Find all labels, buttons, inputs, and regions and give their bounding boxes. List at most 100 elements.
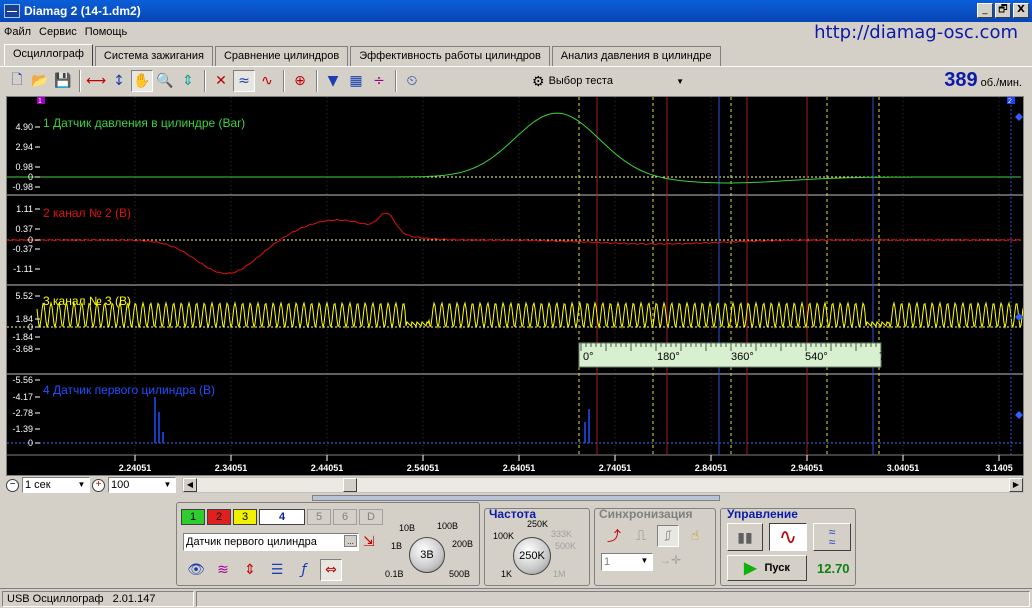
tab-oscilloscope[interactable]: Осциллограф [4, 44, 93, 66]
falling-edge-icon[interactable]: ⎍ [630, 525, 652, 547]
waveform-icon[interactable]: ≈ [233, 69, 255, 92]
chevron-down-icon: ▼ [77, 480, 86, 489]
time-tick-label: 2.54051 [407, 463, 440, 473]
channel-4-button[interactable]: 4 [259, 509, 305, 525]
sensor-browse-button[interactable]: ... [344, 535, 357, 547]
start-button[interactable]: ▶ Пуск [727, 555, 807, 581]
toolbar: 🗋 📂 💾 ⟷ ↕ ✋ 🔍 ⇕ ✕ ≈ ∿ ⊕ ▼ ▦ ÷ ⏲ ⚙ Выбор … [0, 66, 1032, 94]
channel-1-button[interactable]: 1 [181, 509, 205, 525]
scroll-right-icon[interactable]: ▶ [1009, 478, 1023, 492]
voltage-label-01: 0.1В [385, 569, 404, 579]
function-icon[interactable]: ƒ [293, 559, 315, 581]
horizontal-scrollbar[interactable]: ◀ ▶ [182, 477, 1024, 493]
single-mode-button[interactable]: ∿ [769, 523, 807, 551]
sensor-settings-icon[interactable]: ⇲ [363, 533, 375, 550]
menu-help[interactable]: Помощь [85, 26, 128, 38]
title-bar: Diamag 2 (14-1.dm2) _ 🗗 X [0, 0, 1032, 22]
tick-label: 4.90 [15, 122, 33, 132]
channel-2-button[interactable]: 2 [207, 509, 231, 525]
tab-cylinder-compare[interactable]: Сравнение цилиндров [214, 46, 349, 66]
voltage-label-200: 200В [452, 539, 474, 549]
channel-6-button[interactable]: 6 [333, 509, 357, 525]
tick-label: -0.37 [12, 244, 33, 254]
chevron-down-icon: ▼ [676, 76, 684, 86]
app-icon [4, 4, 20, 18]
grid-icon[interactable]: ▦ [345, 70, 367, 92]
frequency-knob[interactable]: 250K [513, 537, 551, 575]
status-version: 2.01.147 [112, 592, 156, 605]
menu-file[interactable]: Файл [4, 26, 31, 38]
ruler-label: 180° [657, 351, 680, 363]
tick-label: -1.39 [12, 424, 33, 434]
ruler-label: 0° [583, 351, 594, 363]
mark-icon[interactable]: ✕ [210, 70, 232, 92]
zoom-select[interactable]: 100 ▼ [108, 477, 176, 493]
oscilloscope-svg[interactable]: 0° 180° 360° 540° 720° 1 Датчик давления в ц… [6, 97, 1024, 475]
filter-icon[interactable]: ▼ [322, 70, 344, 92]
vertical-cursor-icon[interactable]: ↕ [108, 70, 130, 92]
invert-icon[interactable]: ≋ [212, 559, 234, 581]
lines-icon[interactable]: ☰ [266, 559, 288, 581]
pause-icon: ▮▮ [737, 528, 753, 545]
eye-icon[interactable]: 👁 [185, 559, 207, 581]
save-icon[interactable]: 💾 [52, 70, 74, 92]
channel-label-4: 4 Датчик первого цилиндра (В) [43, 383, 215, 397]
test-select[interactable]: ⚙ Выбор теста ▼ [532, 70, 690, 92]
zoom-in-icon[interactable]: + [92, 478, 105, 492]
offset-icon[interactable]: ⇔ [320, 559, 342, 581]
voltage-knob[interactable]: 3В [409, 537, 445, 573]
restore-button[interactable]: 🗗 [995, 3, 1011, 18]
sensor-select[interactable]: Датчик первого цилиндра ... [183, 533, 359, 551]
gear-icon: ⚙ [532, 72, 545, 89]
vertical-scale-icon[interactable]: ⇕ [239, 559, 261, 581]
ruler-label: 540° [805, 351, 828, 363]
zoom-icon[interactable]: 🔍 [154, 70, 176, 92]
marker-1-label: 1 [38, 98, 42, 105]
channel-tools: 👁 ≋ ⇕ ☰ ƒ ⇔ [185, 559, 343, 581]
new-file-icon[interactable]: 🗋 [6, 70, 28, 92]
tab-cylinder-efficiency[interactable]: Эффективность работы цилиндров [350, 46, 550, 66]
time-tick-label: 3.1405 [985, 463, 1013, 473]
rising-edge-icon[interactable]: ⤴ [603, 525, 625, 547]
channel-label-1: 1 Датчик давления в цилиндре (Bar) [43, 116, 245, 130]
sync-channel-value: 1 [604, 556, 611, 568]
tab-pressure-analysis[interactable]: Анализ давления в цилиндре [551, 46, 721, 66]
horizontal-cursor-icon[interactable]: ⟷ [85, 70, 107, 92]
divider-icon[interactable]: ÷ [368, 70, 390, 92]
zoom-out-icon[interactable]: − [6, 478, 19, 492]
tab-ignition[interactable]: Система зажигания [94, 46, 213, 66]
tick-label: 0.98 [15, 162, 33, 172]
channel-d-button[interactable]: D [359, 509, 383, 525]
pause-button[interactable]: ▮▮ [727, 523, 763, 551]
close-button[interactable]: X [1013, 3, 1029, 18]
timebase-select[interactable]: 1 сек ▼ [22, 477, 90, 493]
tick-label: 2.94 [15, 142, 33, 152]
angle-ruler[interactable]: 0° 180° 360° 540° 720° [578, 342, 902, 368]
multi-mode-button[interactable]: ≈ ≈ [813, 523, 851, 551]
menu-service[interactable]: Сервис [39, 26, 77, 38]
sine-wave-icon: ∿ [778, 524, 798, 549]
timebase-value: 1 сек [25, 479, 51, 491]
auto-sync-icon[interactable]: ⏲ [401, 70, 423, 92]
channel-3-button[interactable]: 3 [233, 509, 257, 525]
time-tick-label: 2.74051 [599, 463, 632, 473]
sync-off-icon[interactable]: ⎎ [657, 525, 679, 547]
channel-5-button[interactable]: 5 [307, 509, 331, 525]
sync-hand-icon[interactable]: ☝ [684, 525, 706, 547]
timebase-row: − 1 сек ▼ + 100 ▼ ◀ ▶ [6, 476, 1024, 494]
scroll-thumb[interactable] [343, 478, 357, 492]
waveform-compare-icon[interactable]: ∿ [256, 70, 278, 92]
hand-pan-icon[interactable]: ✋ [131, 69, 153, 92]
scroll-left-icon[interactable]: ◀ [183, 478, 197, 492]
fit-icon[interactable]: ⇕ [177, 70, 199, 92]
tick-label: -0.98 [12, 182, 33, 192]
oscilloscope-view[interactable]: 0° 180° 360° 540° 720° 1 Датчик давления в ц… [6, 96, 1024, 476]
sync-arrows-icon[interactable]: →✛ [659, 553, 681, 567]
minimize-button[interactable]: _ [977, 3, 993, 18]
chevron-down-icon: ▼ [163, 480, 172, 489]
sync-channel-select[interactable]: 1 ▼ [601, 553, 653, 571]
panel-splitter[interactable] [312, 495, 720, 501]
auto-scale-icon[interactable]: ⊕ [289, 70, 311, 92]
website-link[interactable]: http://diamag-osc.com [814, 22, 1018, 43]
open-folder-icon[interactable]: 📂 [29, 70, 51, 92]
